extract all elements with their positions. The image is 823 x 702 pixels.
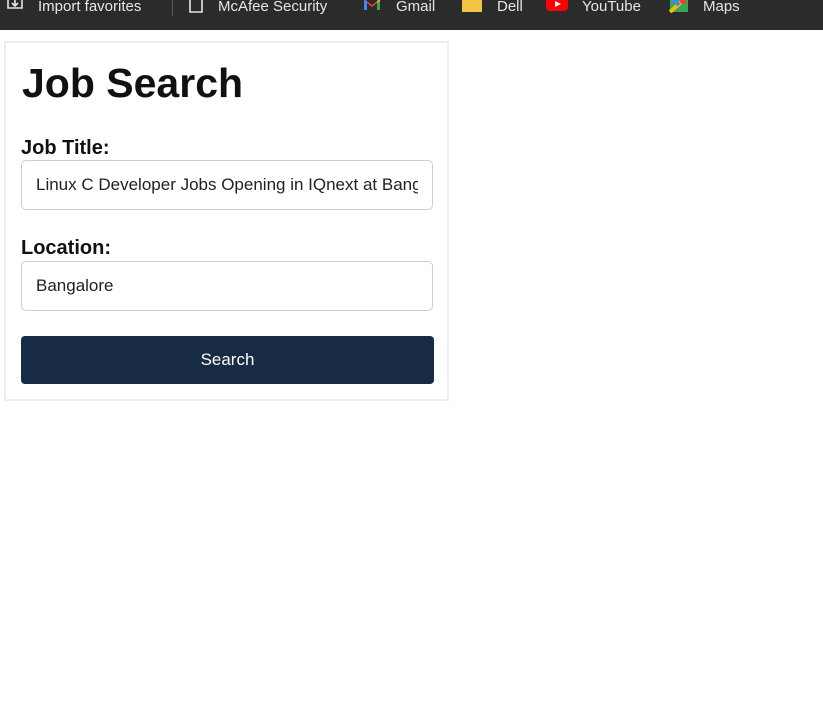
bookmark-label: Gmail (396, 0, 436, 15)
bookmark-label: McAfee Security (218, 0, 328, 15)
search-button[interactable]: Search (21, 336, 434, 384)
bookmark-youtube[interactable]: YouTube (546, 0, 641, 18)
folder-icon (461, 0, 483, 17)
page-title: Job Search (22, 60, 244, 106)
bookmark-gmail[interactable]: Gmail (362, 0, 435, 18)
bookmark-label: Dell (497, 0, 523, 15)
bookmarks-divider (172, 0, 173, 16)
bookmark-import-favorites[interactable]: Import favorites (6, 0, 141, 18)
maps-icon (668, 0, 689, 17)
location-input[interactable] (21, 261, 433, 311)
bookmark-label: Maps (703, 0, 740, 15)
job-title-label: Job Title: (21, 137, 110, 159)
page-icon (188, 0, 204, 17)
job-title-input[interactable] (21, 160, 433, 210)
job-search-card: Job Search Job Title: Location: Search (4, 41, 449, 401)
import-icon (6, 0, 24, 16)
bookmark-maps[interactable]: Maps (668, 0, 740, 18)
bookmarks-bar: Import favorites McAfee Security Gmail D… (0, 0, 823, 30)
gmail-icon (362, 0, 382, 16)
bookmark-label: Import favorites (38, 0, 142, 15)
youtube-icon (546, 0, 568, 16)
bookmark-dell[interactable]: Dell (461, 0, 523, 18)
location-label: Location: (21, 237, 111, 259)
bookmark-mcafee-security[interactable]: McAfee Security (188, 0, 327, 18)
bookmark-label: YouTube (582, 0, 641, 15)
